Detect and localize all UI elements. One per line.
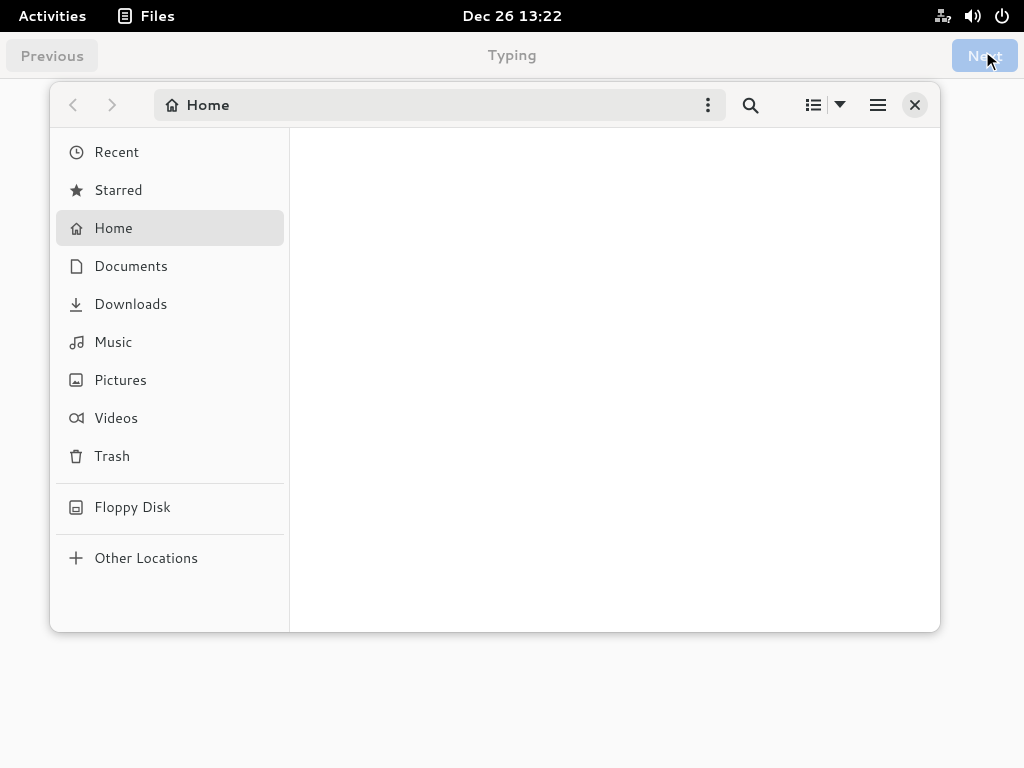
sidebar-separator <box>56 534 284 535</box>
sidebar-separator <box>56 483 284 484</box>
path-label: Home <box>186 95 230 115</box>
activities-button[interactable]: Activities <box>18 0 86 32</box>
list-view-icon <box>806 99 821 111</box>
clock[interactable]: Dec 26 13:22 <box>462 6 562 26</box>
sidebar-item-starred[interactable]: Starred <box>56 172 284 208</box>
sidebar-item-label: Floppy Disk <box>94 497 171 517</box>
path-bar[interactable]: Home <box>154 89 726 121</box>
plus-icon <box>68 550 84 566</box>
sidebar-item-other-locations[interactable]: Other Locations <box>56 540 284 576</box>
sidebar-item-label: Trash <box>94 446 131 466</box>
sidebar-item-documents[interactable]: Documents <box>56 248 284 284</box>
svg-text:?: ? <box>946 15 952 24</box>
search-button[interactable] <box>734 89 766 121</box>
files-headerbar: Home <box>50 82 940 128</box>
picture-icon <box>68 372 84 388</box>
back-button[interactable] <box>56 89 90 121</box>
vertical-dots-icon <box>706 97 710 113</box>
sidebar-item-home[interactable]: Home <box>56 210 284 246</box>
mouse-cursor-icon <box>986 52 1000 72</box>
previous-button[interactable]: Previous <box>6 39 98 72</box>
path-home-crumb[interactable]: Home <box>164 89 230 121</box>
files-app-icon <box>118 8 132 24</box>
forward-button[interactable] <box>95 89 129 121</box>
path-menu-button[interactable] <box>698 89 718 121</box>
chevron-left-icon <box>68 98 77 112</box>
volume-icon <box>965 9 981 23</box>
sidebar-item-floppy-disk[interactable]: Floppy Disk <box>56 489 284 525</box>
close-button[interactable] <box>902 92 928 118</box>
sidebar-item-downloads[interactable]: Downloads <box>56 286 284 322</box>
sidebar-item-label: Documents <box>94 256 168 276</box>
file-view-area[interactable] <box>291 128 940 632</box>
sidebar-item-label: Downloads <box>94 294 168 314</box>
trash-icon <box>68 448 84 464</box>
close-icon <box>910 100 920 110</box>
sidebar-item-label: Starred <box>94 180 143 200</box>
sidebar-item-pictures[interactable]: Pictures <box>56 362 284 398</box>
sidebar-item-trash[interactable]: Trash <box>56 438 284 474</box>
chevron-right-icon <box>108 98 117 112</box>
home-icon <box>68 220 84 236</box>
sidebar-item-label: Pictures <box>94 370 147 390</box>
network-question-icon: ? <box>935 9 952 24</box>
clock-icon <box>68 144 84 160</box>
sidebar-item-recent[interactable]: Recent <box>56 134 284 170</box>
power-icon <box>995 8 1009 24</box>
tutorial-header: Previous Typing Next <box>0 32 1024 79</box>
video-icon <box>68 410 84 426</box>
files-window: Home Recent Starred Home Documents Downl… <box>50 82 940 632</box>
sidebar-item-label: Music <box>94 332 133 352</box>
system-tray[interactable]: ? <box>934 0 1010 32</box>
sidebar-item-label: Home <box>94 218 133 238</box>
top-bar: Activities Files Dec 26 13:22 ? <box>0 0 1024 32</box>
places-sidebar: Recent Starred Home Documents Downloads … <box>50 128 290 632</box>
main-menu-button[interactable] <box>862 89 894 121</box>
sidebar-item-label: Recent <box>94 142 140 162</box>
tutorial-title: Typing <box>487 45 537 65</box>
dropdown-arrow-icon <box>834 101 846 108</box>
music-icon <box>68 334 84 350</box>
download-icon <box>68 296 84 312</box>
sidebar-item-music[interactable]: Music <box>56 324 284 360</box>
star-icon <box>68 182 84 198</box>
next-button[interactable]: Next <box>952 39 1018 72</box>
home-icon <box>165 98 179 112</box>
document-icon <box>68 258 84 274</box>
floppy-icon <box>68 499 84 515</box>
sidebar-item-label: Videos <box>94 408 139 428</box>
app-name: Files <box>140 6 175 26</box>
sidebar-item-videos[interactable]: Videos <box>56 400 284 436</box>
app-menu[interactable]: Files <box>118 0 175 32</box>
sidebar-item-label: Other Locations <box>94 548 199 568</box>
view-separator <box>827 96 828 114</box>
view-toggle[interactable] <box>798 89 854 121</box>
search-icon <box>742 97 759 114</box>
hamburger-icon <box>870 99 886 111</box>
